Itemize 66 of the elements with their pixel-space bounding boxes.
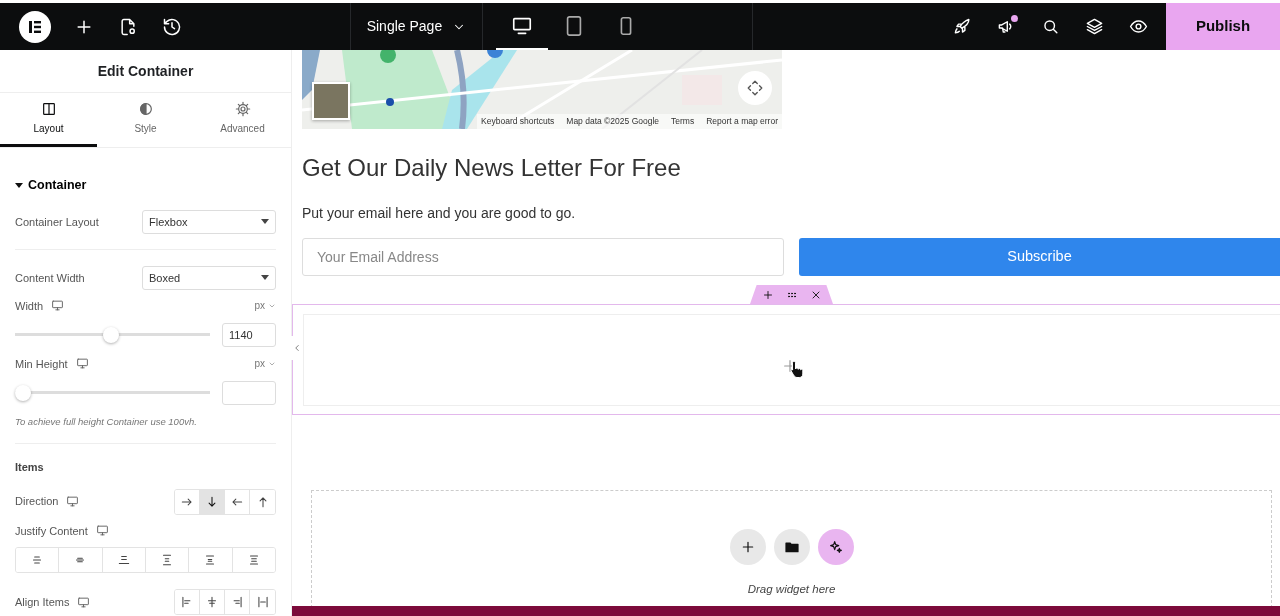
add-widget-button[interactable] (729, 529, 766, 565)
help-text: To achieve full height Container use 100vh. (15, 414, 198, 429)
columns-icon (40, 101, 57, 117)
history-icon[interactable] (162, 16, 182, 37)
layers-icon[interactable] (1084, 17, 1104, 36)
caret-icon (261, 218, 269, 225)
move-icon (746, 79, 764, 97)
align-icon (205, 595, 219, 609)
field-label: Width (15, 298, 44, 314)
map-type-button[interactable] (312, 82, 350, 120)
map-attribution: Map data ©2025 Google (566, 115, 660, 128)
cursor-icon (790, 359, 804, 378)
drop-hint: Drag widget here (746, 582, 837, 597)
templates-button[interactable] (773, 529, 810, 565)
align-icon (116, 553, 131, 567)
field-label: Direction (15, 494, 59, 510)
contrast-icon (137, 101, 154, 117)
monitor-icon (66, 495, 80, 508)
map-link[interactable]: Keyboard shortcuts (481, 115, 555, 128)
rocket-icon[interactable] (952, 17, 972, 36)
monitor-icon (51, 299, 65, 313)
field-label: Align Items (15, 594, 70, 610)
caret-icon (261, 274, 269, 281)
panel-tab[interactable]: Style (97, 93, 194, 147)
unit-selector[interactable]: px (254, 298, 276, 314)
page-menu[interactable]: Single Page (350, 3, 483, 50)
slider-thumb[interactable] (102, 326, 119, 343)
monitor-icon (75, 357, 89, 371)
toggle-option[interactable] (200, 489, 225, 514)
preview-icon[interactable] (1128, 17, 1148, 36)
field-label: Container Layout (15, 214, 99, 230)
chevron-icon (292, 343, 302, 353)
select-field[interactable]: Boxed (142, 265, 276, 290)
panel-tab[interactable]: Advanced (194, 93, 291, 147)
map-link[interactable]: Report a map error (706, 115, 778, 128)
subtitle: Put your email here and you are good to go. (302, 204, 576, 223)
section-heading: Items (15, 460, 45, 475)
publish-button[interactable]: Publish (1166, 3, 1280, 50)
number-field[interactable] (222, 380, 276, 405)
section-toggle[interactable]: Container (15, 176, 87, 195)
monitor-icon (95, 524, 109, 538)
unit-selector[interactable]: px (254, 356, 276, 372)
panel-title: Edit Container (0, 50, 291, 93)
align-icon (255, 595, 270, 609)
slider-thumb[interactable] (15, 384, 31, 401)
panel-tab[interactable]: Layout (0, 93, 97, 147)
field-label: Min Height (15, 356, 68, 372)
monitor-icon (77, 595, 91, 609)
ai-button[interactable] (817, 529, 854, 565)
sparkle-icon (827, 539, 844, 555)
toggle-option[interactable] (175, 489, 200, 514)
toggle-option[interactable] (16, 548, 60, 572)
field-label: Justify Content (15, 523, 88, 539)
number-field[interactable]: 1140 (222, 322, 276, 347)
page-settings-icon[interactable] (118, 16, 138, 37)
toggle-option[interactable] (175, 590, 200, 614)
subscribe-button[interactable]: Subscribe (799, 238, 1280, 276)
heading: Get Our Daily News Letter For Free (302, 154, 681, 183)
map-link[interactable]: Terms (671, 115, 695, 128)
gear-icon (234, 101, 251, 117)
folder-icon (783, 539, 800, 555)
field-label: Content Width (15, 270, 85, 286)
logo-icon[interactable] (19, 10, 51, 43)
email-field[interactable]: Your Email Address (302, 238, 784, 276)
select-field[interactable]: Flexbox (142, 209, 276, 234)
caret-icon (15, 181, 23, 190)
